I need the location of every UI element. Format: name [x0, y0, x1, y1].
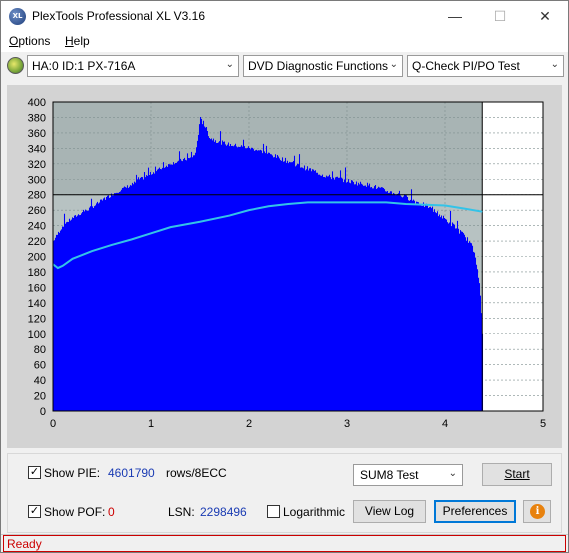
- chevron-down-icon: ⌄: [225, 59, 234, 70]
- maximize-icon: ☐: [493, 8, 507, 24]
- menu-bar: Options Help: [1, 31, 568, 52]
- x-tick-label: 5: [540, 418, 546, 430]
- app-window: XL PlexTools Professional XL V3.16 — ☐ ✕…: [0, 0, 569, 553]
- info-button[interactable]: i: [523, 500, 551, 523]
- y-tick-label: 120: [28, 313, 46, 325]
- x-tick-label: 3: [344, 418, 350, 430]
- y-tick-label: 140: [28, 298, 46, 310]
- pie-value: 4601790: [108, 466, 155, 480]
- toolbar: HA:0 ID:1 PX-716A ⌄ DVD Diagnostic Funct…: [1, 52, 568, 82]
- drive-select[interactable]: HA:0 ID:1 PX-716A ⌄: [27, 55, 239, 77]
- y-tick-label: 160: [28, 282, 46, 294]
- drive-select-value: HA:0 ID:1 PX-716A: [32, 59, 136, 73]
- x-tick-label: 2: [246, 418, 252, 430]
- start-button[interactable]: Start: [482, 463, 552, 486]
- view-log-button[interactable]: View Log: [353, 500, 426, 523]
- show-pie-checkbox[interactable]: ✓: [28, 466, 41, 479]
- test-select-value: Q-Check PI/PO Test: [412, 59, 520, 73]
- pie-unit: rows/8ECC: [166, 466, 227, 480]
- logarithmic-label: Logarithmic: [283, 505, 346, 519]
- y-tick-label: 240: [28, 221, 46, 233]
- y-tick-label: 220: [28, 236, 46, 248]
- x-tick-label: 1: [148, 418, 154, 430]
- y-tick-label: 320: [28, 159, 46, 171]
- sum-test-select[interactable]: SUM8 Test ⌄: [353, 464, 463, 486]
- menu-options-label: ptions: [18, 34, 51, 48]
- preferences-button[interactable]: Preferences: [434, 500, 516, 523]
- minimize-icon: —: [448, 8, 462, 24]
- sum-test-select-value: SUM8 Test: [360, 468, 419, 482]
- close-button[interactable]: ✕: [522, 1, 568, 31]
- controls-panel: ✓ Show PIE: 4601790 rows/8ECC SUM8 Test …: [7, 453, 562, 533]
- lsn-label: LSN:: [168, 505, 195, 519]
- pof-value: 0: [108, 505, 115, 519]
- menu-help-label: elp: [73, 34, 90, 48]
- y-tick-label: 400: [28, 97, 46, 109]
- y-tick-label: 360: [28, 128, 46, 140]
- y-tick-label: 20: [34, 391, 46, 403]
- close-icon: ✕: [539, 8, 551, 24]
- maximize-button[interactable]: ☐: [477, 1, 523, 31]
- y-tick-label: 340: [28, 143, 46, 155]
- chevron-down-icon: ⌄: [389, 59, 398, 70]
- function-select[interactable]: DVD Diagnostic Functions ⌄: [243, 55, 403, 77]
- x-tick-label: 4: [442, 418, 448, 430]
- y-tick-label: 380: [28, 112, 46, 124]
- chart-panel: 0 20 40 60 80 100 120 140 160 180 200 220 240 260 280 3…: [7, 85, 562, 448]
- start-button-label: Start: [504, 467, 530, 481]
- function-select-value: DVD Diagnostic Functions: [248, 59, 389, 73]
- y-tick-label: 80: [34, 344, 46, 356]
- y-tick-label: 100: [28, 329, 46, 341]
- show-pof-checkbox[interactable]: ✓: [28, 505, 41, 518]
- status-text: Ready: [7, 537, 42, 551]
- menu-help[interactable]: Help: [65, 34, 90, 48]
- show-pie-label: Show PIE:: [44, 466, 101, 480]
- pi-po-chart: 0204060801001201401601802002202402602803…: [28, 97, 546, 430]
- chevron-down-icon: ⌄: [448, 468, 457, 479]
- y-tick-label: 60: [34, 360, 46, 372]
- info-icon: i: [530, 504, 545, 519]
- y-tick-label: 260: [28, 205, 46, 217]
- test-select[interactable]: Q-Check PI/PO Test ⌄: [407, 55, 564, 77]
- y-tick-label: 300: [28, 174, 46, 186]
- y-tick-label: 280: [28, 190, 46, 202]
- window-title: PlexTools Professional XL V3.16: [32, 9, 205, 23]
- menu-help-mnemonic: H: [65, 34, 74, 48]
- y-tick-label: 200: [28, 252, 46, 264]
- lsn-value: 2298496: [200, 505, 247, 519]
- y-tick-label: 180: [28, 267, 46, 279]
- y-tick-label: 0: [40, 406, 46, 418]
- logarithmic-checkbox[interactable]: [267, 505, 280, 518]
- drive-status-icon: [7, 57, 24, 74]
- status-bar: Ready: [1, 534, 568, 552]
- menu-options[interactable]: Options: [9, 34, 50, 48]
- x-tick-label: 0: [50, 418, 56, 430]
- show-pof-label: Show POF:: [44, 505, 106, 519]
- view-log-button-label: View Log: [364, 504, 415, 518]
- status-box: [3, 535, 566, 552]
- title-bar: XL PlexTools Professional XL V3.16 — ☐ ✕: [1, 1, 568, 31]
- menu-options-mnemonic: O: [9, 34, 19, 48]
- chevron-down-icon: ⌄: [550, 59, 559, 70]
- app-icon: XL: [9, 8, 26, 25]
- preferences-button-label: Preferences: [442, 504, 508, 518]
- minimize-button[interactable]: —: [432, 1, 478, 31]
- y-tick-label: 40: [34, 375, 46, 387]
